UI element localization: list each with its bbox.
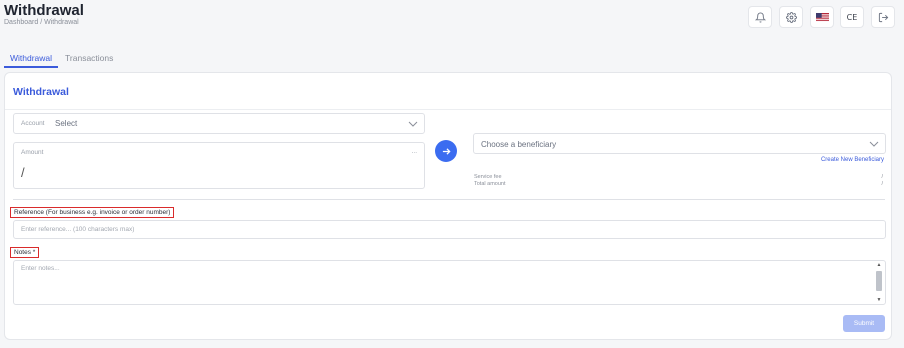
notes-scrollbar[interactable]: ▲ ▼ (875, 263, 883, 303)
service-fee-value: / (881, 174, 883, 180)
chevron-down-icon (869, 141, 879, 147)
tab-withdrawal[interactable]: Withdrawal (4, 48, 59, 68)
scroll-up-icon[interactable]: ▲ (876, 263, 882, 268)
notes-textarea[interactable]: Enter notes... ▲ ▼ (13, 260, 886, 305)
bell-icon (754, 12, 766, 23)
reference-input[interactable]: Enter reference... (100 characters max) (13, 220, 886, 239)
arrow-right-icon (442, 147, 451, 155)
beneficiary-select[interactable]: Choose a beneficiary (473, 133, 886, 154)
amount-label: Amount (21, 149, 44, 156)
chevron-down-icon (408, 121, 418, 127)
logout-icon (878, 12, 889, 23)
beneficiary-placeholder: Choose a beneficiary (481, 140, 557, 149)
next-arrow-button[interactable] (435, 140, 457, 162)
amount-field[interactable]: Amount ... / (13, 142, 425, 189)
withdrawal-card: Withdrawal Account Select Amount ... / C… (4, 72, 892, 340)
submit-button[interactable]: Submit (843, 315, 885, 332)
language-code-button[interactable]: CE (840, 6, 864, 28)
divider (5, 109, 891, 110)
tab-transactions[interactable]: Transactions (59, 48, 119, 68)
amount-currency: ... (411, 148, 417, 155)
total-amount-label: Total amount (474, 181, 506, 187)
notifications-button[interactable] (748, 6, 772, 28)
account-select[interactable]: Account Select (13, 113, 425, 134)
settings-button[interactable] (779, 6, 803, 28)
breadcrumb: Dashboard / Withdrawal (4, 19, 79, 26)
account-value: Select (55, 119, 78, 128)
language-code: CE (846, 12, 858, 22)
service-fee-label: Service fee (474, 174, 502, 180)
reference-label: Reference (For business e.g. invoice or … (10, 207, 175, 218)
notes-label: Notes * (10, 247, 40, 258)
page-title: Withdrawal (4, 2, 84, 19)
reference-placeholder: Enter reference... (100 characters max) (21, 226, 135, 233)
language-flag-button[interactable] (810, 6, 834, 28)
scroll-down-icon[interactable]: ▼ (876, 298, 882, 303)
gear-icon (785, 11, 797, 23)
logout-button[interactable] (871, 6, 895, 28)
scroll-thumb[interactable] (876, 271, 882, 291)
amount-value: / (21, 165, 25, 180)
notes-placeholder: Enter notes... (21, 265, 60, 272)
form-title: Withdrawal (13, 86, 69, 98)
us-flag-icon (815, 12, 829, 22)
tab-bar: Withdrawal Transactions (4, 48, 120, 68)
total-amount-value: / (881, 181, 883, 187)
account-label: Account (21, 120, 45, 127)
create-beneficiary-link[interactable]: Create New Beneficiary (821, 157, 884, 163)
section-divider (13, 199, 885, 200)
